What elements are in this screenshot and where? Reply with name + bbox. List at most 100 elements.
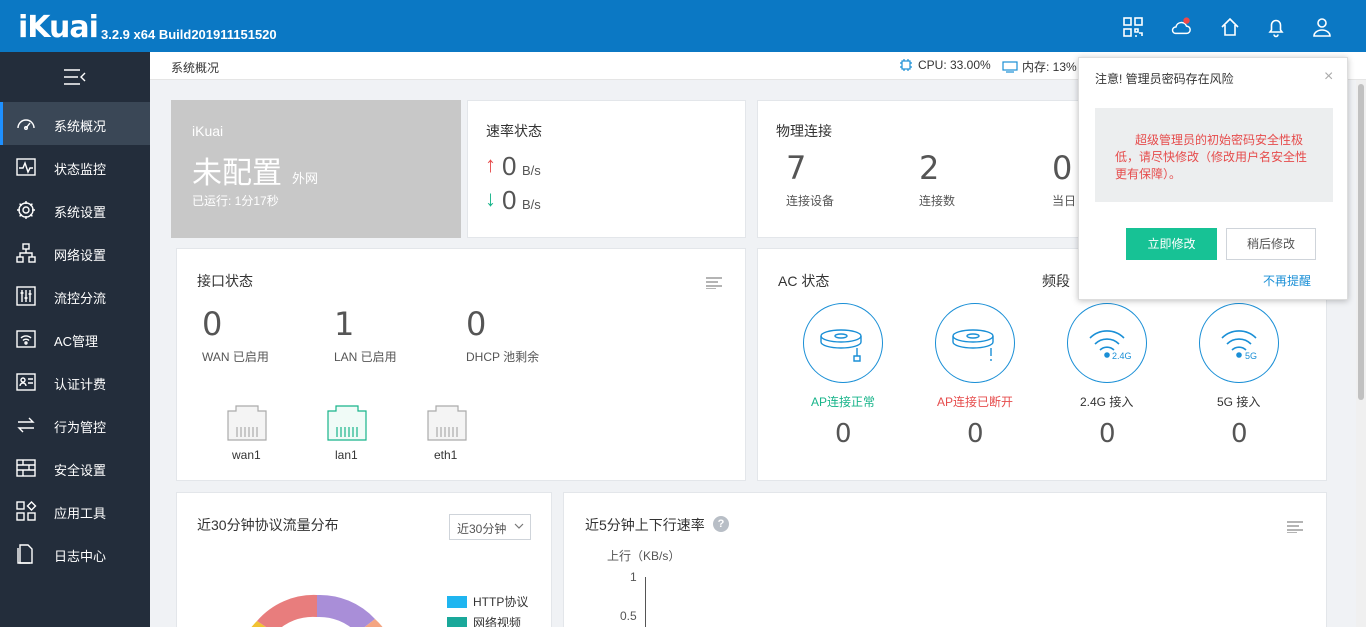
wan-status-suffix: 外网 (292, 171, 319, 186)
sidebar-item-label: 日志中心 (54, 549, 107, 564)
tools-icon (15, 500, 37, 522)
qrcode-icon[interactable] (1122, 16, 1144, 38)
breadcrumb: 系统概况 (171, 61, 220, 75)
band-24g-circle[interactable]: 2.4G (1067, 303, 1147, 383)
band-24g-label: 2.4G 接入 (1080, 395, 1134, 409)
band-5g-circle[interactable]: 5G (1199, 303, 1279, 383)
port-label-lan1: lan1 (335, 448, 358, 462)
version-text: 3.2.9 x64 Build201911151520 (101, 27, 277, 42)
user-icon[interactable] (1311, 16, 1333, 38)
wan-status: 未配置 (192, 157, 282, 190)
popup-message: 超级管理员的初始密码安全性极低，请尽快修改（修改用户名安全性更有保障）。 (1095, 108, 1333, 202)
wan-status-card: iKuai 未配置 外网 已运行: 1分17秒 (171, 100, 461, 238)
ethernet-port-icon[interactable] (427, 405, 467, 441)
network-icon (15, 242, 37, 264)
legend-item-video[interactable]: 网络视频 (447, 614, 521, 627)
lan-count: 1 (334, 305, 355, 343)
time-range-select[interactable]: 近30分钟 (449, 514, 531, 540)
top-bar: iKuai 3.2.9 x64 Build201911151520 (0, 0, 1366, 52)
connections-value: 2 (919, 149, 940, 187)
ring-segment-red (257, 594, 317, 627)
today-value: 0 (1052, 149, 1073, 187)
speed-tick-05: 0.5 (620, 609, 637, 623)
protocol-title: 近30分钟协议流量分布 (197, 517, 339, 533)
today-label: 当日 (1052, 194, 1077, 208)
sidebar-item-network[interactable]: 网络设置 (0, 231, 150, 274)
logo[interactable]: iKuai (18, 10, 99, 45)
legend-swatch (447, 616, 467, 627)
band-5g-badge: 5G (1245, 351, 1258, 361)
sidebar-item-label: 安全设置 (54, 463, 107, 478)
ap-offline-value: 0 (967, 419, 984, 449)
page-scrollbar[interactable] (1356, 80, 1366, 627)
help-icon[interactable]: ? (713, 516, 729, 532)
wifi-5g-icon (1221, 330, 1257, 358)
sidebar-item-tools[interactable]: 应用工具 (0, 489, 150, 532)
sidebar-item-security[interactable]: 安全设置 (0, 446, 150, 489)
sidebar-item-label: 系统设置 (54, 205, 107, 220)
legend-item-http[interactable]: HTTP协议 (447, 593, 528, 610)
wifi-icon (15, 328, 37, 350)
close-icon[interactable]: × (1324, 68, 1333, 86)
menu-icon[interactable] (706, 277, 722, 289)
memory-icon (1002, 60, 1018, 73)
band-5g-label: 5G 接入 (1217, 395, 1261, 409)
devices-label: 连接设备 (786, 194, 835, 208)
scrollbar-thumb[interactable] (1358, 84, 1364, 400)
connections-label: 连接数 (919, 194, 956, 208)
bell-icon[interactable] (1265, 16, 1287, 38)
sidebar-item-label: 行为管控 (54, 420, 107, 435)
ap-online-label: AP连接正常 (811, 395, 876, 409)
change-now-button[interactable]: 立即修改 (1126, 228, 1217, 260)
sidebar-item-label: 状态监控 (54, 162, 107, 177)
sidebar-item-overview[interactable]: 系统概况 (0, 102, 150, 145)
memory-usage: 内存: 13% (1002, 58, 1077, 75)
popup-title: 注意! 管理员密码存在风险 (1095, 72, 1234, 86)
wifi-24g-icon (1089, 330, 1125, 358)
cpu-icon (900, 59, 912, 71)
ap-online-value: 0 (835, 419, 852, 449)
sidebar-item-auth[interactable]: 认证计费 (0, 360, 150, 403)
dhcp-count-label: DHCP 池剩余 (466, 350, 540, 364)
select-value: 近30分钟 (457, 522, 507, 536)
cpu-usage: CPU: 33.00% (898, 58, 991, 72)
menu-icon[interactable] (1287, 521, 1303, 533)
access-point-icon (952, 329, 994, 361)
sidebar-item-monitor[interactable]: 状态监控 (0, 145, 150, 188)
rate-title: 速率状态 (486, 123, 542, 139)
rate-up-value: 0 (502, 151, 517, 181)
ac-title: AC 状态 (778, 273, 830, 289)
ap-offline-circle[interactable] (935, 303, 1015, 383)
interfaces-title: 接口状态 (197, 273, 253, 289)
chevron-down-icon (514, 523, 524, 529)
cloud-icon[interactable] (1170, 16, 1194, 38)
home-icon[interactable] (1219, 16, 1241, 38)
ethernet-port-icon[interactable] (327, 405, 367, 441)
menu-toggle-icon[interactable] (63, 68, 87, 86)
band-5g-value: 0 (1231, 419, 1248, 449)
no-remind-link[interactable]: 不再提醒 (1263, 272, 1311, 289)
protocol-ring-chart[interactable] (237, 593, 397, 627)
sidebar-item-label: 网络设置 (54, 248, 107, 263)
interface-status-card: 接口状态 0 WAN 已启用 1 LAN 已启用 0 DHCP 池剩余 wan1… (176, 248, 746, 481)
dashboard-icon (15, 113, 37, 135)
sidebar-item-behavior[interactable]: 行为管控 (0, 403, 150, 446)
speed-ylabel: 上行（KB/s） (607, 549, 681, 563)
sidebar-item-system-settings[interactable]: 系统设置 (0, 188, 150, 231)
sidebar-item-flow-control[interactable]: 流控分流 (0, 274, 150, 317)
sidebar-item-logs[interactable]: 日志中心 (0, 532, 150, 575)
ethernet-port-icon[interactable] (227, 405, 267, 441)
change-later-button[interactable]: 稍后修改 (1226, 228, 1316, 260)
port-label-wan1: wan1 (232, 448, 261, 462)
sidebar-item-ac[interactable]: AC管理 (0, 317, 150, 360)
ap-online-circle[interactable] (803, 303, 883, 383)
password-risk-popup: 注意! 管理员密码存在风险 × 超级管理员的初始密码安全性极低，请尽快修改（修改… (1078, 57, 1348, 300)
sidebar: 系统概况 状态监控 系统设置 网络设置 流控分流 AC管理 认证计费 行为管控 … (0, 52, 150, 627)
wan-count: 0 (202, 305, 223, 343)
legend-swatch (447, 595, 467, 608)
wan-count-label: WAN 已启用 (202, 350, 269, 364)
speed-title: 近5分钟上下行速率 (585, 517, 705, 533)
sidebar-item-label: AC管理 (54, 334, 99, 349)
rate-down-unit: B/s (522, 197, 541, 212)
rate-down-value: 0 (502, 185, 517, 215)
